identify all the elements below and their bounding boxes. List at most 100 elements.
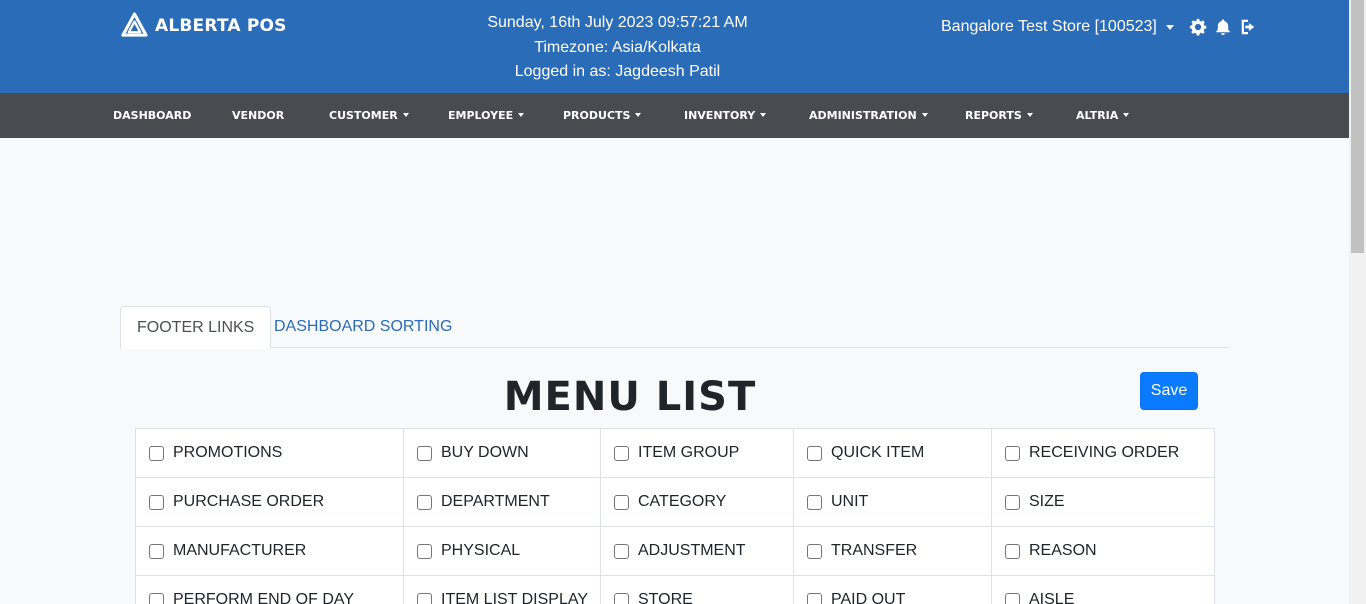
menu-option-label: PHYSICAL xyxy=(441,542,521,559)
menu-cell: CATEGORY xyxy=(600,477,794,527)
checkbox[interactable] xyxy=(417,543,432,559)
checkbox[interactable] xyxy=(614,445,629,461)
checkbox[interactable] xyxy=(417,592,432,604)
menu-option[interactable]: QUICK ITEM xyxy=(807,444,991,462)
nav-inventory-label: INVENTORY xyxy=(684,109,756,122)
checkbox[interactable] xyxy=(1005,494,1020,510)
menu-option-label: SIZE xyxy=(1029,493,1065,510)
nav-altria[interactable]: ALTRIA xyxy=(1076,93,1130,138)
scrollbar-thumb[interactable] xyxy=(1351,0,1364,253)
table-row: PERFORM END OF DAY ITEM LIST DISPLAY STO… xyxy=(135,575,1215,604)
checkbox[interactable] xyxy=(807,494,822,510)
menu-cell: ITEM LIST DISPLAY xyxy=(403,575,601,604)
menu-option[interactable]: SIZE xyxy=(1005,493,1214,511)
menu-cell: TRANSFER xyxy=(793,526,992,576)
menu-option[interactable]: PHYSICAL xyxy=(417,542,600,560)
menu-option[interactable]: MANUFACTURER xyxy=(149,542,403,560)
nav-employee-label: EMPLOYEE xyxy=(448,109,514,122)
menu-option[interactable]: DEPARTMENT xyxy=(417,493,600,511)
menu-option-label: PERFORM END OF DAY xyxy=(173,591,355,604)
checkbox[interactable] xyxy=(149,494,164,510)
bell-icon[interactable] xyxy=(1214,18,1232,36)
nav-customer-label: CUSTOMER xyxy=(329,109,398,122)
menu-option-label: PURCHASE ORDER xyxy=(173,493,325,510)
store-selector[interactable]: Bangalore Test Store [100523] xyxy=(941,18,1157,36)
table-row: PROMOTIONS BUY DOWN ITEM GROUP QUICK ITE… xyxy=(135,428,1215,478)
nav-administration[interactable]: ADMINISTRATION xyxy=(809,93,928,138)
menu-cell: SIZE xyxy=(991,477,1215,527)
checkbox[interactable] xyxy=(1005,592,1020,604)
nav-products[interactable]: PRODUCTS xyxy=(563,93,642,138)
chevron-down-icon xyxy=(760,113,767,117)
table-row: PURCHASE ORDER DEPARTMENT CATEGORY UNIT … xyxy=(135,477,1215,527)
menu-option[interactable]: REASON xyxy=(1005,542,1214,560)
menu-cell: PURCHASE ORDER xyxy=(135,477,404,527)
menu-cell: PHYSICAL xyxy=(403,526,601,576)
brand[interactable]: ALBERTA POS xyxy=(121,12,287,39)
menu-cell: MANUFACTURER xyxy=(135,526,404,576)
gear-icon[interactable] xyxy=(1189,18,1207,36)
chevron-down-icon xyxy=(1123,113,1130,117)
page-title: MENU LIST xyxy=(503,374,757,420)
menu-option[interactable]: ITEM LIST DISPLAY xyxy=(417,591,600,604)
nav-vendor[interactable]: VENDOR xyxy=(232,93,284,138)
checkbox[interactable] xyxy=(149,543,164,559)
chevron-down-icon xyxy=(1026,113,1033,117)
top-header: ALBERTA POS Sunday, 16th July 2023 09:57… xyxy=(0,0,1349,93)
tab-dashboard-sorting[interactable]: DASHBOARD SORTING xyxy=(258,306,468,348)
store-dropdown-caret-icon[interactable] xyxy=(1165,24,1174,30)
menu-option[interactable]: PAID OUT xyxy=(807,591,991,604)
tab-footer-links[interactable]: FOOTER LINKS xyxy=(120,306,272,349)
checkbox[interactable] xyxy=(807,543,822,559)
checkbox[interactable] xyxy=(149,445,164,461)
current-datetime: Sunday, 16th July 2023 09:57:21 AM xyxy=(487,14,748,31)
menu-option[interactable]: AISLE xyxy=(1005,591,1214,604)
alberta-logo-icon xyxy=(121,12,148,37)
checkbox[interactable] xyxy=(149,592,164,604)
nav-reports[interactable]: REPORTS xyxy=(965,93,1033,138)
menu-option[interactable]: PROMOTIONS xyxy=(149,444,403,462)
menu-option[interactable]: UNIT xyxy=(807,493,991,511)
checkbox[interactable] xyxy=(614,543,629,559)
menu-option-label: AISLE xyxy=(1029,591,1075,604)
checkbox[interactable] xyxy=(417,494,432,510)
checkbox[interactable] xyxy=(614,592,629,604)
menu-cell: PERFORM END OF DAY xyxy=(135,575,404,604)
menu-option[interactable]: BUY DOWN xyxy=(417,444,600,462)
save-button[interactable]: Save xyxy=(1140,372,1198,410)
menu-option[interactable]: PURCHASE ORDER xyxy=(149,493,403,511)
nav-vendor-label: VENDOR xyxy=(232,109,285,122)
menu-option-label: ADJUSTMENT xyxy=(638,542,746,559)
logout-icon[interactable] xyxy=(1239,18,1257,36)
menu-option[interactable]: PERFORM END OF DAY xyxy=(149,591,403,604)
nav-inventory[interactable]: INVENTORY xyxy=(684,93,767,138)
menu-option-label: STORE xyxy=(638,591,693,604)
menu-option[interactable]: STORE xyxy=(614,591,793,604)
menu-option[interactable]: CATEGORY xyxy=(614,493,793,511)
nav-customer[interactable]: CUSTOMER xyxy=(329,93,409,138)
vertical-scrollbar[interactable] xyxy=(1349,0,1366,604)
brand-name: ALBERTA POS xyxy=(155,15,287,36)
menu-cell: RECEIVING ORDER xyxy=(991,428,1215,478)
chevron-down-icon xyxy=(635,113,642,117)
menu-option[interactable]: RECEIVING ORDER xyxy=(1005,444,1214,462)
menu-cell: BUY DOWN xyxy=(403,428,601,478)
menu-option[interactable]: ITEM GROUP xyxy=(614,444,793,462)
menu-cell: ADJUSTMENT xyxy=(600,526,794,576)
menu-list-table: PROMOTIONS BUY DOWN ITEM GROUP QUICK ITE… xyxy=(135,428,1215,604)
menu-cell: QUICK ITEM xyxy=(793,428,992,478)
nav-employee[interactable]: EMPLOYEE xyxy=(448,93,525,138)
menu-option[interactable]: TRANSFER xyxy=(807,542,991,560)
checkbox[interactable] xyxy=(807,592,822,604)
menu-option-label: REASON xyxy=(1029,542,1097,559)
checkbox[interactable] xyxy=(1005,543,1020,559)
checkbox[interactable] xyxy=(1005,445,1020,461)
checkbox[interactable] xyxy=(614,494,629,510)
menu-option-label: DEPARTMENT xyxy=(441,493,550,510)
header-info: Sunday, 16th July 2023 09:57:21 AM Timez… xyxy=(470,11,765,85)
checkbox[interactable] xyxy=(807,445,822,461)
menu-option-label: CATEGORY xyxy=(638,493,727,510)
checkbox[interactable] xyxy=(417,445,432,461)
menu-option[interactable]: ADJUSTMENT xyxy=(614,542,793,560)
nav-dashboard[interactable]: DASHBOARD xyxy=(113,93,191,138)
